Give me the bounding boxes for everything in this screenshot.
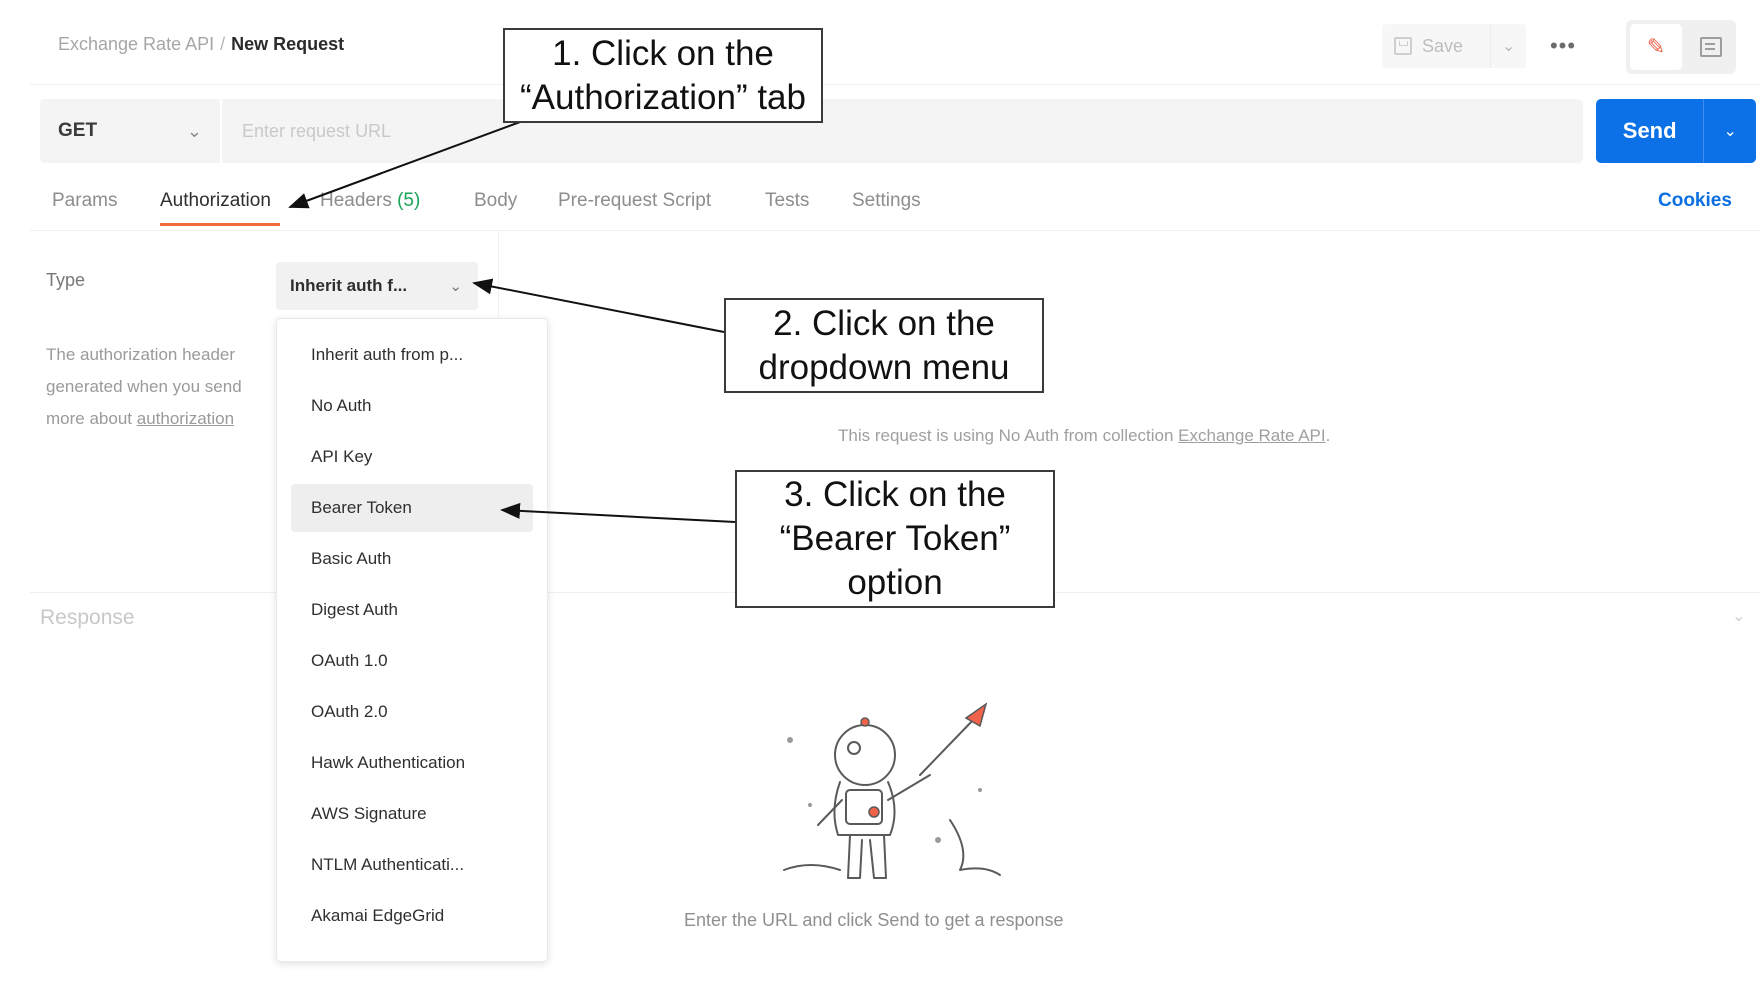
annotation-step-1: 1. Click on the “Authorization” tab: [503, 28, 823, 123]
annotation-step-3-line-2: “Bearer Token”: [779, 519, 1011, 558]
annotation-step-1-line-2: “Authorization” tab: [520, 77, 806, 117]
arrow-step-2: [472, 278, 725, 333]
arrow-step-3: [500, 502, 736, 523]
annotation-step-2: 2. Click on the dropdown menu: [724, 298, 1044, 393]
annotation-step-2-line-2: dropdown menu: [758, 347, 1010, 387]
annotation-step-3: 3. Click on the “Bearer Token” option: [735, 470, 1055, 608]
arrow-step-1: [288, 121, 521, 209]
annotation-step-1-line-1: 1. Click on the: [552, 33, 774, 73]
annotation-step-2-line-1: 2. Click on the: [773, 303, 995, 343]
annotation-step-3-line-1: 3. Click on the: [784, 475, 1006, 514]
annotation-step-3-line-3: option: [847, 563, 943, 602]
